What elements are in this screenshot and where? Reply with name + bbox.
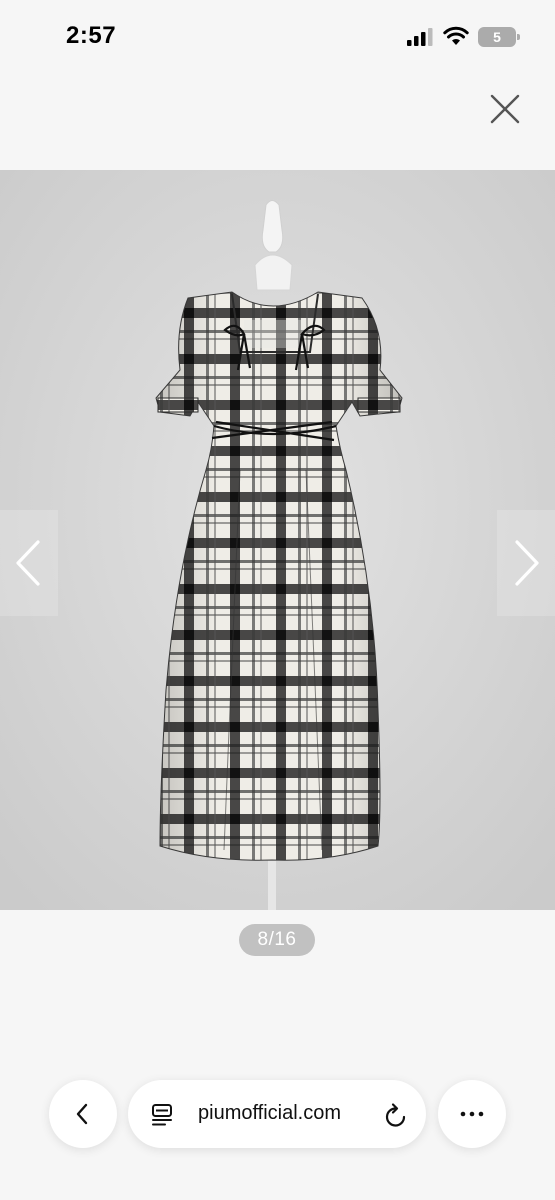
chevron-right-icon — [515, 540, 539, 586]
battery-icon: 5 — [478, 27, 520, 47]
cellular-signal-icon — [407, 28, 433, 46]
more-button[interactable] — [438, 1080, 506, 1148]
product-photo — [0, 170, 555, 910]
next-image-button[interactable] — [497, 510, 555, 616]
status-bar: 2:57 5 — [0, 0, 555, 75]
url-text: piumofficial.com — [198, 1102, 342, 1124]
page-menu-icon — [152, 1104, 172, 1126]
chevron-left-icon — [76, 1103, 88, 1125]
reload-icon[interactable] — [384, 1102, 408, 1128]
close-icon — [490, 94, 520, 124]
more-dots-icon — [460, 1111, 484, 1117]
wifi-icon — [443, 26, 469, 45]
close-button[interactable] — [488, 92, 522, 126]
image-counter: 8/16 — [239, 924, 315, 956]
back-button[interactable] — [49, 1080, 117, 1148]
browser-toolbar: piumofficial.com — [0, 1080, 555, 1156]
chevron-left-icon — [16, 540, 40, 586]
image-viewer[interactable] — [0, 170, 555, 910]
previous-image-button[interactable] — [0, 510, 58, 616]
status-time: 2:57 — [66, 22, 117, 49]
address-bar[interactable]: piumofficial.com — [128, 1080, 426, 1148]
